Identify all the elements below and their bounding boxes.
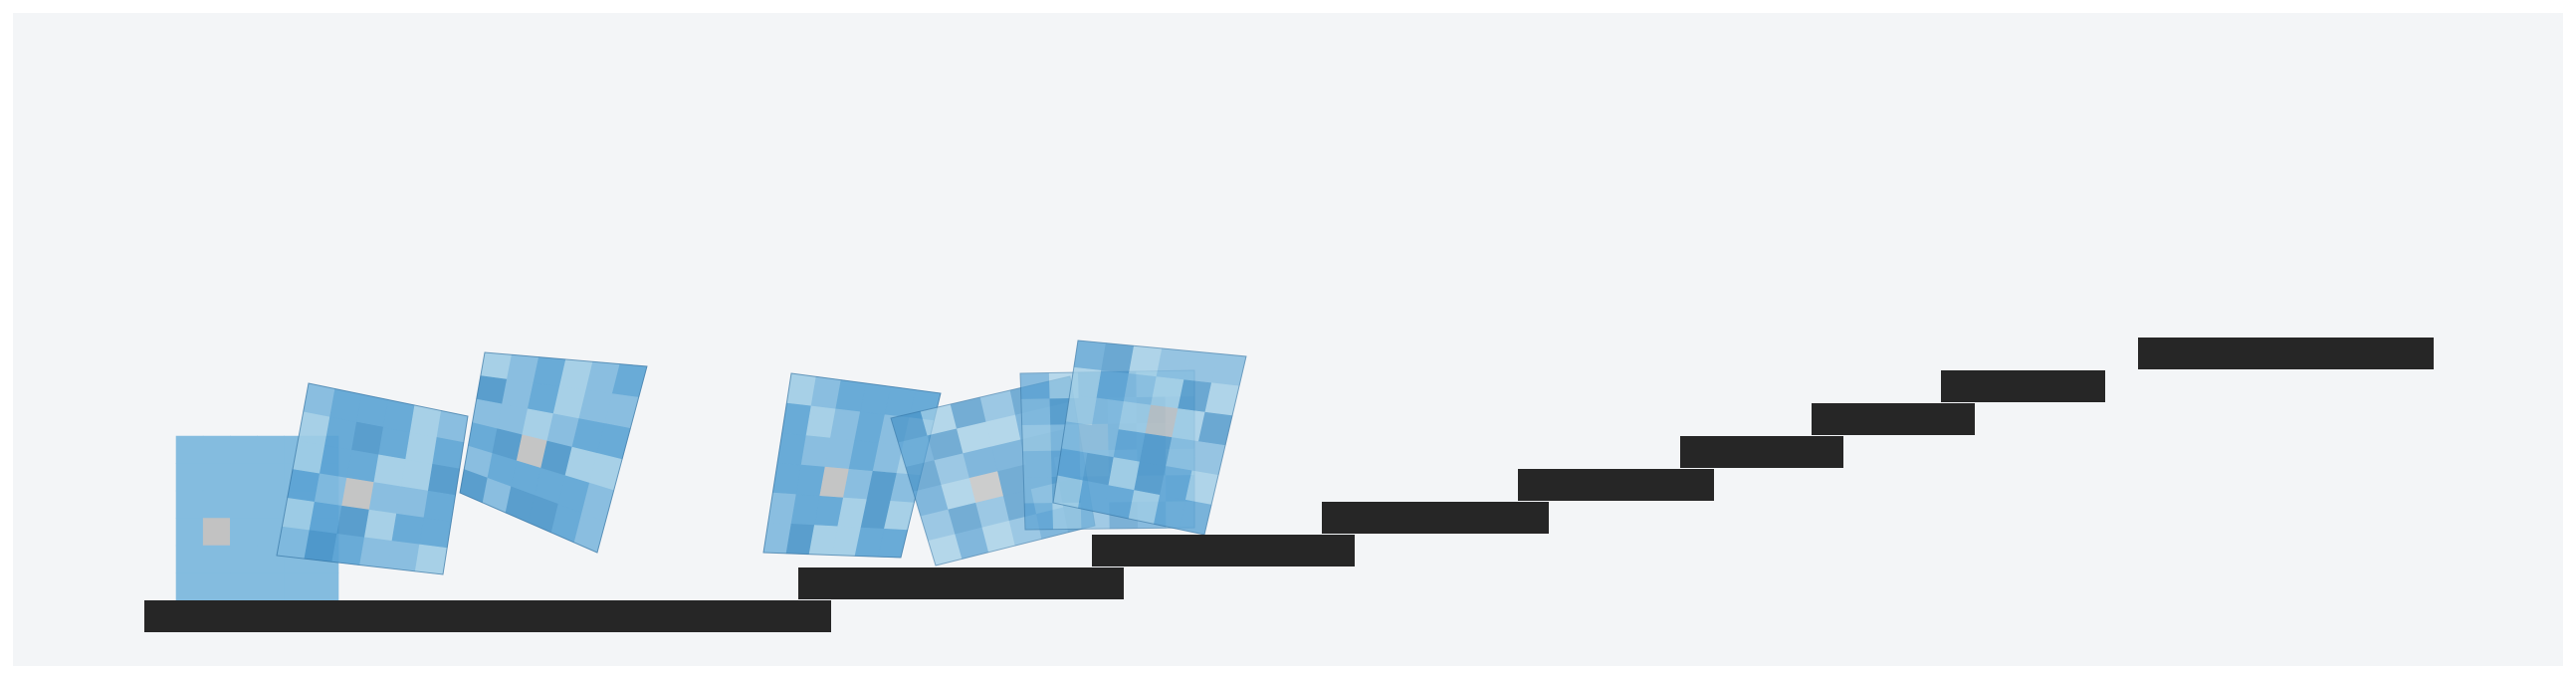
block-tile: [423, 490, 456, 523]
block-tile: [400, 459, 433, 492]
block-tile: [175, 490, 204, 519]
block-tile: [386, 541, 420, 572]
simulation-view: [0, 0, 2576, 679]
block-tile: [309, 501, 342, 535]
block-tile: [314, 473, 347, 507]
block-tile: [336, 505, 370, 539]
block-tile: [427, 463, 461, 496]
block-tile: [202, 545, 231, 573]
block-tile: [230, 572, 258, 601]
block-tile: [1087, 425, 1120, 458]
block-tile: [1069, 366, 1102, 399]
stair-step: [1092, 535, 1355, 566]
block-tile: [230, 435, 258, 464]
stair-step: [2138, 338, 2434, 369]
stair-step: [1322, 502, 1549, 534]
block-tile: [230, 463, 258, 492]
block-tile: [405, 431, 438, 465]
block-tile: [396, 486, 429, 519]
block-tile: [331, 533, 365, 566]
block-tile: [311, 572, 339, 601]
block-tile: [202, 463, 231, 492]
block-tile: [1060, 421, 1093, 454]
block-tile: [230, 545, 258, 573]
block-tile: [368, 482, 402, 515]
block-tile: [230, 518, 258, 547]
block-tile: [175, 463, 204, 492]
block-tile: [257, 435, 285, 464]
block-tile: [324, 416, 357, 451]
block-core: [341, 477, 375, 511]
block-tile: [230, 490, 258, 519]
block-tile: [346, 449, 379, 483]
block-tile: [1082, 452, 1115, 486]
block-tile: [1023, 503, 1054, 531]
stair-step: [1680, 436, 1843, 468]
block-tile: [1021, 424, 1052, 452]
stair-step: [1941, 370, 2105, 402]
block-tile: [175, 518, 204, 547]
block-tile: [419, 517, 452, 549]
block-tile: [359, 537, 393, 568]
stair-step: [1812, 403, 1975, 435]
block-tile: [202, 572, 231, 601]
soft-block: [276, 382, 469, 575]
ground-slab: [144, 600, 831, 632]
block-tile: [202, 435, 231, 464]
block-tile: [1073, 340, 1107, 371]
stair-step: [798, 567, 1124, 599]
block-tile: [1091, 397, 1125, 430]
block-tile: [1077, 480, 1110, 515]
block-tile: [1101, 342, 1135, 374]
block-tile: [257, 572, 285, 601]
block-tile: [391, 513, 425, 546]
block-tile: [432, 437, 465, 470]
block-tile: [175, 435, 204, 464]
block-tile: [363, 509, 397, 542]
block-tile: [351, 421, 384, 456]
block-tile: [1019, 372, 1051, 400]
block-core: [202, 518, 231, 547]
block-tile: [1023, 476, 1053, 505]
block-tile: [414, 544, 448, 575]
block-tile: [329, 388, 362, 423]
block-tile: [1022, 450, 1053, 478]
block-tile: [304, 530, 337, 563]
block-tile: [284, 572, 313, 601]
block-tile: [1128, 345, 1163, 377]
block-tile: [175, 545, 204, 573]
simulation-canvas: [0, 0, 2576, 679]
block-tile: [257, 463, 285, 492]
block-tile: [1096, 369, 1130, 402]
stair-step: [1518, 469, 1714, 501]
block-tile: [202, 490, 231, 519]
block-tile: [1065, 393, 1098, 426]
block-tile: [175, 572, 204, 601]
block-tile: [378, 426, 411, 460]
block-tile: [480, 351, 513, 380]
block-tile: [1056, 448, 1088, 482]
block-tile: [373, 454, 406, 488]
block-tile: [319, 445, 352, 479]
block-tile: [1020, 398, 1051, 426]
block-tile: [257, 490, 285, 519]
